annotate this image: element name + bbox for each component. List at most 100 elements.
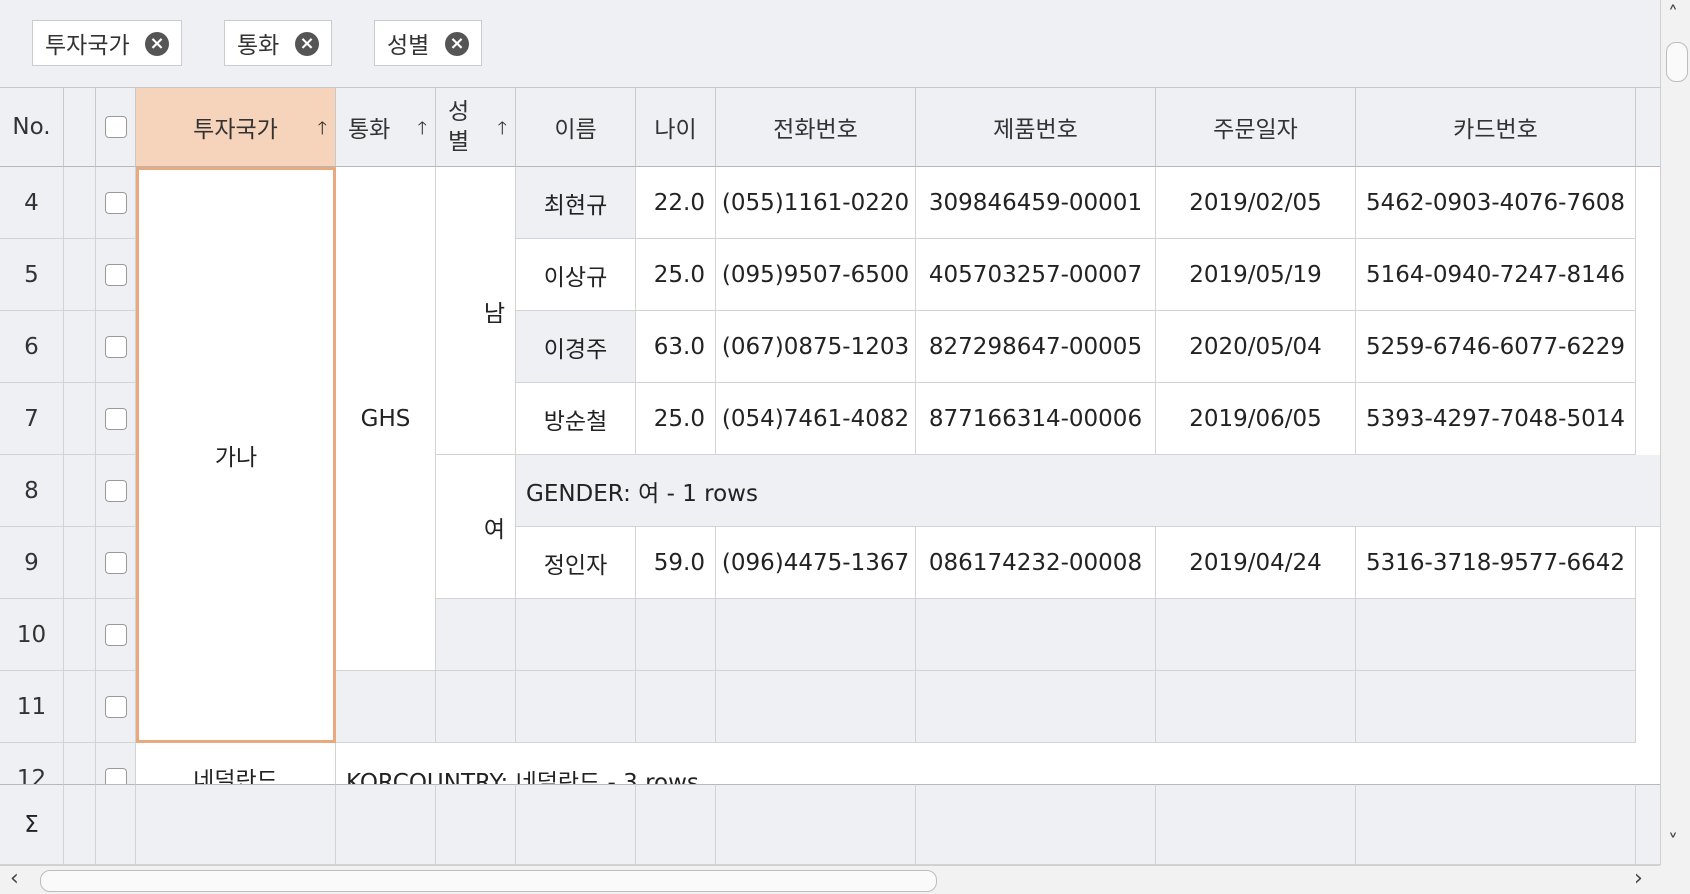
row-checkbox-cell [96,311,136,383]
cell-card: 5462-0903-4076-7608 [1356,167,1636,239]
row-checkbox[interactable] [104,191,127,214]
header-product[interactable]: 제품번호 [916,88,1156,167]
cell-order-date: 2020/05/04 [1156,311,1356,383]
header-filler [1636,88,1660,167]
footer-cell [96,784,136,865]
group-chip-label: 성별 [387,33,430,59]
row-number: 7 [0,383,64,455]
summary-footer: Σ [0,784,1660,865]
row-checkbox-cell [96,743,136,784]
row-checkbox[interactable] [104,407,127,430]
group-chip-gender[interactable]: 성별 × [374,20,482,66]
cell-card: 5259-6746-6077-6229 [1356,311,1636,383]
header-label: 카드번호 [1453,117,1538,143]
header-card[interactable]: 카드번호 [1356,88,1636,167]
footer-cell [436,784,516,865]
cell-age: 25.0 [636,239,716,311]
cell-text: 네덜란드 [193,768,278,784]
row-indicator [64,239,96,311]
row-checkbox-cell [96,671,136,743]
row-checkbox-cell [96,383,136,455]
group-row-country[interactable]: KORCOUNTRY: 네덜란드 - 3 rows [336,743,1660,784]
cell-order-date: 2019/04/24 [1156,527,1356,599]
row-checkbox[interactable] [104,335,127,358]
header-select-all[interactable] [96,88,136,167]
header-gender[interactable]: 성별 🡑 [436,88,516,167]
empty-cell [1356,671,1636,743]
row-checkbox-cell [96,239,136,311]
remove-group-icon[interactable]: × [445,32,469,56]
cell-name: 최현규 [516,167,636,239]
remove-group-icon[interactable]: × [295,32,319,56]
row-checkbox[interactable] [104,263,127,286]
empty-cell [716,599,916,671]
header-label: 전화번호 [773,117,858,143]
row-indicator [64,455,96,527]
group-row-label: KORCOUNTRY: 네덜란드 - 3 rows [346,770,699,784]
vertical-scroll-thumb[interactable] [1666,42,1688,82]
cell-order-date: 2019/02/05 [1156,167,1356,239]
cell-name: 정인자 [516,527,636,599]
header-country[interactable]: 투자국가 🡑 [136,88,336,167]
header-name[interactable]: 이름 [516,88,636,167]
empty-cell [636,599,716,671]
merged-gender-cell[interactable]: 남 [436,167,516,455]
header-label: 성별 [448,99,470,155]
row-indicator [64,311,96,383]
group-chip-label: 투자국가 [45,33,130,59]
merged-country-cell[interactable]: 네덜란드 [136,743,336,784]
row-checkbox[interactable] [104,695,127,718]
header-order-date[interactable]: 주문일자 [1156,88,1356,167]
cell-phone: (055)1161-0220 [716,167,916,239]
row-number: 10 [0,599,64,671]
cell-text: 가나 [214,445,258,471]
scroll-left-icon[interactable]: ‹ [10,866,19,891]
cell-text: GHS [360,405,411,432]
arrow-up-icon[interactable]: 🡑 [498,116,507,146]
cell-phone: (054)7461-4082 [716,383,916,455]
select-all-checkbox[interactable] [104,116,127,138]
group-row-gender[interactable]: GENDER: 여 - 1 rows [516,455,1660,527]
footer-cell [636,784,716,865]
merged-currency-cell[interactable]: GHS [336,167,436,671]
group-chip-currency[interactable]: 통화 × [224,20,332,66]
scroll-up-icon[interactable]: ˄ [1668,2,1678,26]
scroll-right-icon[interactable]: › [1634,866,1643,891]
horizontal-scrollbar[interactable]: ‹ › [0,865,1660,894]
header-label: 제품번호 [993,117,1078,143]
row-indicator [64,383,96,455]
row-checkbox[interactable] [104,623,127,646]
merged-country-cell[interactable]: 가나 [136,167,336,743]
row-number: 9 [0,527,64,599]
row-checkbox[interactable] [104,767,127,784]
header-phone[interactable]: 전화번호 [716,88,916,167]
vertical-scrollbar[interactable]: ˄ ˅ [1660,0,1690,865]
group-row-label: GENDER: 여 - 1 rows [526,480,758,507]
group-chip-country[interactable]: 투자국가 × [32,20,182,66]
arrow-up-icon[interactable]: 🡑 [418,116,427,146]
row-number: 12 [0,743,64,784]
merged-gender-cell[interactable]: 여 [436,455,516,599]
arrow-up-icon[interactable]: 🡑 [318,116,327,146]
row-checkbox[interactable] [104,479,127,502]
cell-text: 남 [483,300,505,327]
row-checkbox-cell [96,527,136,599]
scroll-down-icon[interactable]: ˅ [1668,830,1678,854]
scrollbar-corner [1660,865,1690,894]
cell-phone: (095)9507-6500 [716,239,916,311]
header-indicator [64,88,96,167]
row-checkbox[interactable] [104,551,127,574]
header-currency[interactable]: 통화 🡑 [336,88,436,167]
header-label: 나이 [654,117,697,143]
footer-cell [1636,784,1660,865]
empty-cell [516,599,636,671]
footer-cell [336,784,436,865]
cell-age: 22.0 [636,167,716,239]
cell-order-date: 2019/05/19 [1156,239,1356,311]
header-no[interactable]: No. [0,88,64,167]
cell-age: 63.0 [636,311,716,383]
row-indicator [64,671,96,743]
horizontal-scroll-thumb[interactable] [40,870,937,892]
header-age[interactable]: 나이 [636,88,716,167]
remove-group-icon[interactable]: × [145,32,169,56]
